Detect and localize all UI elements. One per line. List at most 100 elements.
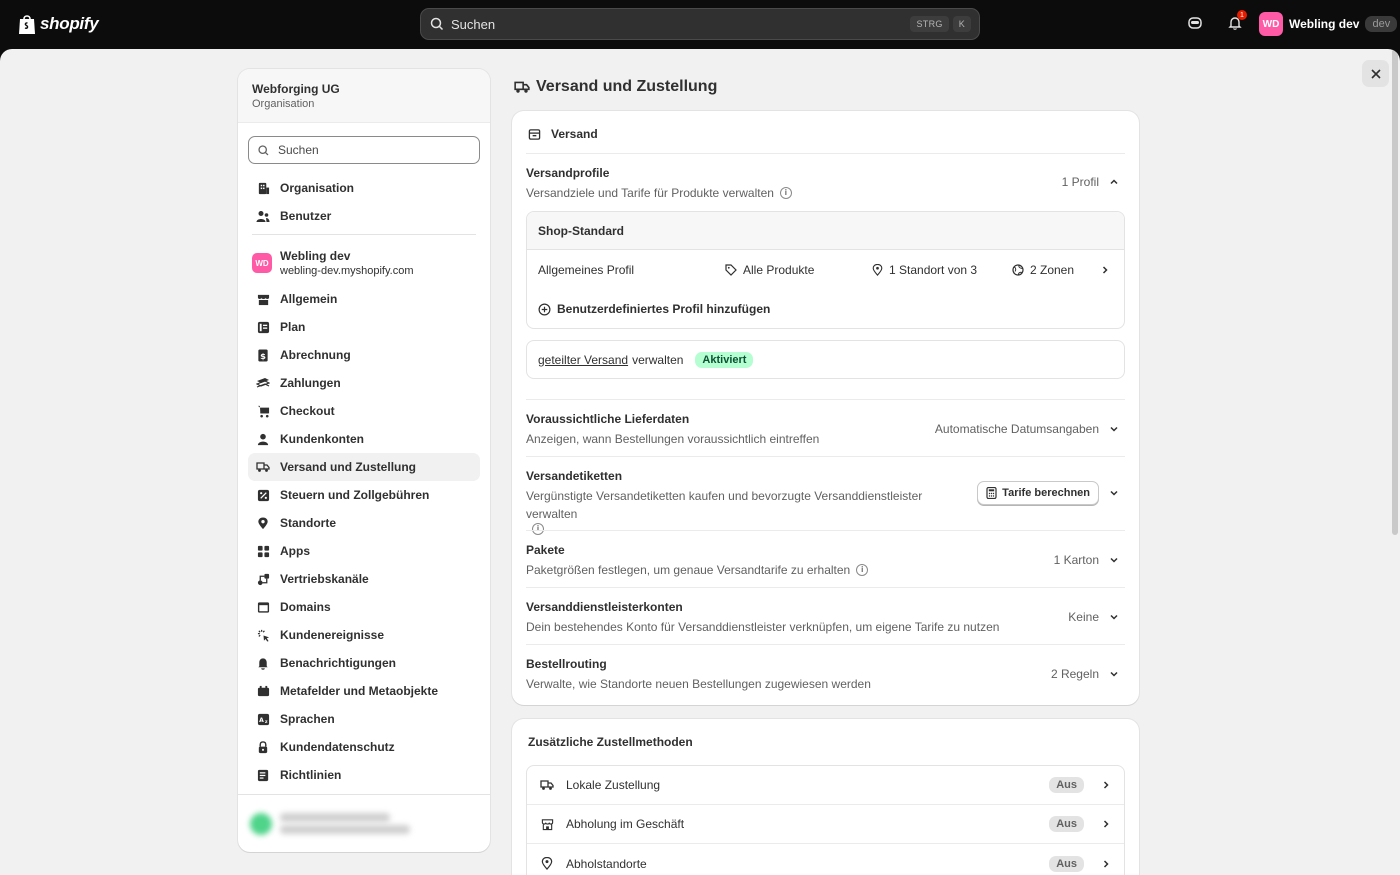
- metafields-icon: [256, 684, 270, 698]
- delivery-dates-row[interactable]: Voraussichtliche Lieferdaten Anzeigen, w…: [526, 412, 1125, 452]
- building-icon: [256, 181, 270, 195]
- shipping-labels-row[interactable]: Versandetiketten Vergünstigte Versandeti…: [526, 469, 1125, 535]
- cart-icon: [256, 404, 270, 418]
- calculate-rates-label: Tarife berechnen: [1002, 487, 1090, 499]
- sidebar-item-organisation[interactable]: Organisation: [248, 174, 480, 202]
- person-icon: [256, 432, 270, 446]
- sidebar-item-plan[interactable]: Plan: [248, 313, 480, 341]
- sidebar-item-label: Steuern und Zollgebühren: [280, 488, 430, 502]
- divider: [526, 153, 1125, 154]
- scrollbar[interactable]: [1392, 49, 1398, 535]
- close-settings-button[interactable]: [1362, 60, 1389, 87]
- org-subtitle: Organisation: [252, 98, 315, 110]
- shipping-profiles-title: Versandprofile: [526, 166, 610, 180]
- order-routing-row[interactable]: Bestellrouting Verwalte, wie Standorte n…: [526, 657, 1125, 697]
- store-icon: [256, 292, 270, 306]
- channels-icon: [256, 572, 270, 586]
- sidebar-item-label: Kundendatenschutz: [280, 740, 395, 754]
- sidebar-item-apps[interactable]: Apps: [248, 537, 480, 565]
- sidebar-item-kundenereignisse[interactable]: Kundenereignisse: [248, 621, 480, 649]
- shipping-profiles-row[interactable]: Versandprofile Versandziele und Tarife f…: [526, 166, 1125, 206]
- sidebar-item-versand-und-zustellung[interactable]: Versand und Zustellung: [248, 453, 480, 481]
- add-custom-profile-button[interactable]: Benutzerdefiniertes Profil hinzufügen: [527, 290, 1124, 328]
- account-menu[interactable]: WD Webling dev dev: [1259, 12, 1398, 36]
- sidebar-item-benutzer[interactable]: Benutzer: [248, 202, 480, 230]
- settings-search-input[interactable]: Suchen: [248, 136, 480, 164]
- sidebar-item-domains[interactable]: Domains: [248, 593, 480, 621]
- sidebar-item-label: Apps: [280, 544, 310, 558]
- chevron-right-icon[interactable]: [1101, 780, 1111, 790]
- products-scope: Alle Produkte: [743, 263, 815, 277]
- settings-search-placeholder: Suchen: [278, 143, 319, 157]
- add-custom-profile-label: Benutzerdefiniertes Profil hinzufügen: [557, 302, 771, 316]
- sidebar-item-zahlungen[interactable]: Zahlungen: [248, 369, 480, 397]
- divider: [526, 587, 1125, 588]
- sidebar-item-steuern[interactable]: Steuern und Zollgebühren: [248, 481, 480, 509]
- method-store-pickup[interactable]: Abholung im Geschäft Aus: [527, 805, 1124, 844]
- sidebar-item-sprachen[interactable]: Az Sprachen: [248, 705, 480, 733]
- sidebar-item-label: Checkout: [280, 404, 335, 418]
- plan-icon: [256, 320, 270, 334]
- info-icon[interactable]: i: [856, 564, 869, 576]
- truck-icon: [256, 460, 270, 474]
- chevron-down-icon[interactable]: [1109, 555, 1119, 565]
- sidebar-item-label: Versand und Zustellung: [280, 460, 417, 474]
- tag-icon: [725, 264, 737, 276]
- shared-shipping-link[interactable]: geteilter Versand: [538, 353, 628, 367]
- global-search[interactable]: Suchen STRG K: [420, 8, 980, 40]
- general-profile-label: Allgemeines Profil: [538, 263, 635, 277]
- sidebar-item-benachrichtigungen[interactable]: Benachrichtigungen: [248, 649, 480, 677]
- calculator-icon: [986, 487, 997, 499]
- shopify-bag-icon: [19, 15, 35, 34]
- zones-count: 2 Zonen: [1030, 263, 1075, 277]
- sidebar-item-allgemein[interactable]: Allgemein: [248, 285, 480, 313]
- sidebar-item-richtlinien[interactable]: Richtlinien: [248, 761, 480, 789]
- sidebar-item-standorte[interactable]: Standorte: [248, 509, 480, 537]
- sidebar-item-checkout[interactable]: Checkout: [248, 397, 480, 425]
- chevron-right-icon[interactable]: [1101, 859, 1111, 869]
- chevron-down-icon[interactable]: [1109, 424, 1119, 434]
- divider: [526, 399, 1125, 400]
- carrier-accounts-title: Versanddienstleisterkonten: [526, 600, 683, 614]
- info-icon[interactable]: i: [779, 187, 792, 199]
- sidebar-item-kundendatenschutz[interactable]: Kundendatenschutz: [248, 733, 480, 761]
- shopify-logo[interactable]: shopify: [18, 13, 99, 35]
- sidebar-item-metafelder[interactable]: Metafelder und Metaobjekte: [248, 677, 480, 705]
- store-name: Webling dev: [280, 249, 351, 263]
- chevron-down-icon[interactable]: [1109, 669, 1119, 679]
- info-icon[interactable]: i: [532, 523, 544, 535]
- shipping-card: Versand Versandprofile Versandziele und …: [512, 111, 1139, 705]
- carrier-accounts-row[interactable]: Versanddienstleisterkonten Dein bestehen…: [526, 600, 1125, 640]
- chevron-up-icon[interactable]: [1109, 177, 1119, 187]
- calculate-rates-button[interactable]: Tarife berechnen: [977, 481, 1099, 505]
- notifications-bell-icon[interactable]: 1: [1225, 10, 1247, 34]
- sidebar-item-kundenkonten[interactable]: Kundenkonten: [248, 425, 480, 453]
- blurred-user-name: [280, 813, 390, 822]
- delivery-methods-card: Zusätzliche Zustellmethoden Lokale Zuste…: [512, 719, 1139, 875]
- sidebar-item-abrechnung[interactable]: $ Abrechnung: [248, 341, 480, 369]
- chevron-right-icon[interactable]: [1100, 265, 1110, 275]
- packages-row[interactable]: Pakete Paketgrößen festlegen, um genaue …: [526, 543, 1125, 583]
- org-header[interactable]: Webforging UG Organisation: [238, 69, 490, 123]
- sidebar-item-label: Vertriebskanäle: [280, 572, 369, 586]
- method-local-delivery[interactable]: Lokale Zustellung Aus: [527, 766, 1124, 805]
- chevron-right-icon[interactable]: [1101, 819, 1111, 829]
- page-title-text: Versand und Zustellung: [536, 78, 718, 95]
- tax-icon: [256, 488, 270, 502]
- shortcut-ctrl-key: STRG: [910, 16, 949, 32]
- method-pickup-points[interactable]: Abholstandorte Aus: [527, 844, 1124, 875]
- sidebar-user-footer[interactable]: [238, 794, 490, 852]
- sidebar-item-label: Sprachen: [280, 712, 335, 726]
- sidekick-icon[interactable]: [1185, 12, 1205, 34]
- storefront-icon: [540, 817, 554, 831]
- blurred-user-email: [280, 825, 410, 834]
- divider: [526, 456, 1125, 457]
- chevron-down-icon[interactable]: [1109, 488, 1119, 498]
- chevron-down-icon[interactable]: [1109, 612, 1119, 622]
- package-icon: [528, 128, 541, 140]
- sidebar-item-vertriebskanaele[interactable]: Vertriebskanäle: [248, 565, 480, 593]
- general-profile-row[interactable]: Allgemeines Profil Alle Produkte 1 Stand…: [527, 250, 1124, 290]
- settings-modal: Webforging UG Organisation Suchen Organi…: [0, 49, 1400, 875]
- shipping-profiles-desc: Versandziele und Tarife für Produkte ver…: [526, 186, 774, 200]
- store-switcher[interactable]: WD Webling dev webling-dev.myshopify.com: [238, 241, 490, 285]
